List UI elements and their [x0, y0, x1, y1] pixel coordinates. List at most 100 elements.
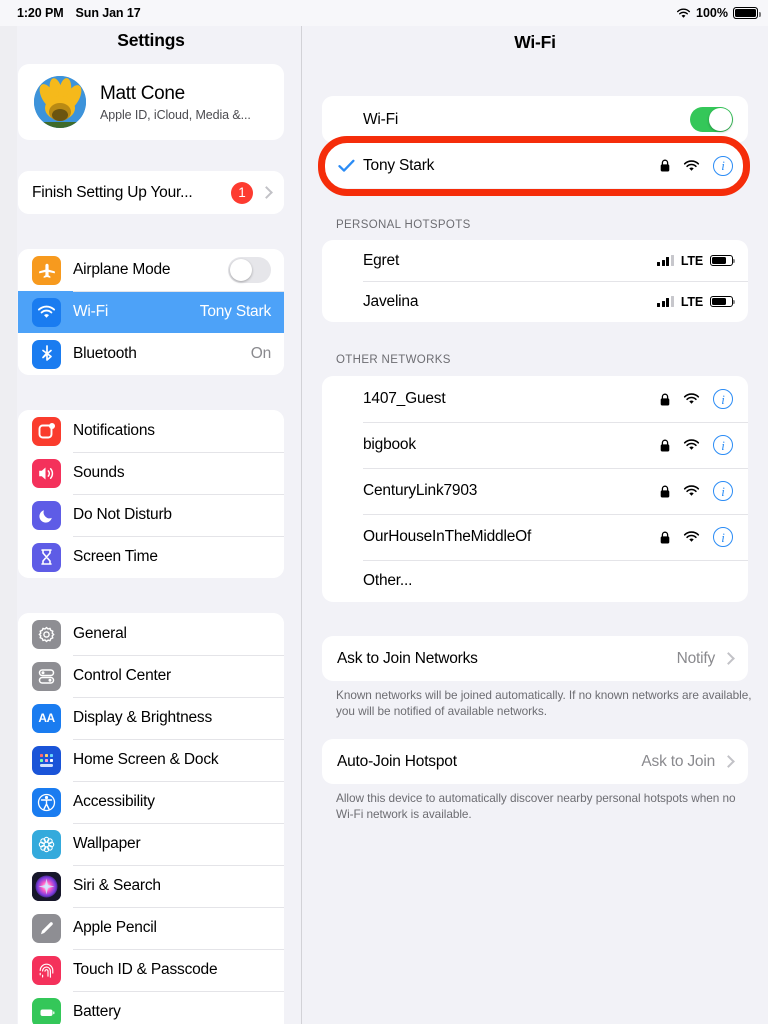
sidebar-item-airplane-mode[interactable]: Airplane Mode	[18, 249, 284, 291]
avatar	[34, 76, 86, 128]
sidebar-label-wallpaper: Wallpaper	[73, 835, 141, 852]
fingerprint-icon	[32, 955, 61, 985]
chevron-right-icon	[722, 755, 735, 768]
hotspot-row[interactable]: Egret LTE	[322, 240, 748, 281]
airplane-mode-toggle[interactable]	[228, 257, 271, 283]
sidebar-item-accessibility[interactable]: Accessibility	[18, 781, 284, 823]
network-name: CenturyLink7903	[363, 482, 478, 499]
sidebar-item-sounds[interactable]: Sounds	[18, 452, 284, 494]
sidebar-item-siri-search[interactable]: Siri & Search	[18, 865, 284, 907]
status-time: 1:20 PM	[17, 6, 64, 20]
sidebar-item-apple-id[interactable]: Matt Cone Apple ID, iCloud, Media &...	[18, 64, 284, 140]
info-icon[interactable]: i	[713, 527, 733, 547]
ask-to-join-footer: Known networks will be joined automatica…	[336, 688, 752, 719]
sidebar-item-touch-id-passcode[interactable]: Touch ID & Passcode	[18, 949, 284, 991]
wifi-signal-icon	[683, 531, 700, 542]
connectivity-card[interactable]: Airplane Mode Wi-Fi Tony Stark Bluetooth…	[18, 249, 284, 375]
network-indicators: i	[660, 155, 733, 176]
section-header-personal-hotspots: PERSONAL HOTSPOTS	[336, 219, 471, 231]
system-card[interactable]: General Control Center AA Display & Brig…	[18, 613, 284, 1024]
sidebar-value-bluetooth: On	[250, 345, 271, 362]
chevron-right-icon	[260, 186, 273, 199]
account-card[interactable]: Matt Cone Apple ID, iCloud, Media &...	[18, 64, 284, 140]
info-icon[interactable]: i	[713, 155, 733, 176]
alerts-card[interactable]: Notifications Sounds Do Not Disturb Scre…	[18, 410, 284, 578]
sidebar-item-wifi[interactable]: Wi-Fi Tony Stark	[18, 291, 284, 333]
sidebar-item-notifications[interactable]: Notifications	[18, 410, 284, 452]
wifi-toggle-row[interactable]: Wi-Fi	[322, 96, 748, 143]
sidebar-item-do-not-disturb[interactable]: Do Not Disturb	[18, 494, 284, 536]
auto-join-hotspot-footer: Allow this device to automatically disco…	[336, 791, 736, 822]
battery-percent-label: 100%	[696, 6, 728, 20]
personal-hotspots-card: Egret LTE Javelina LTE	[322, 240, 748, 322]
wifi-icon	[32, 297, 61, 327]
account-text: Matt Cone Apple ID, iCloud, Media &...	[100, 83, 251, 122]
info-icon[interactable]: i	[713, 481, 733, 501]
wifi-signal-icon	[683, 393, 700, 404]
sidebar-label-home-screen-dock: Home Screen & Dock	[73, 751, 219, 768]
settings-sidebar: Settings Matt Cone Apple ID, iCloud, Med…	[0, 0, 302, 1024]
network-name: Other...	[363, 572, 413, 589]
sidebar-label-control-center: Control Center	[73, 667, 171, 684]
siri-icon	[32, 871, 61, 901]
network-row[interactable]: bigbook i	[322, 422, 748, 468]
gear-icon	[32, 619, 61, 649]
sidebar-item-finish-setting-up[interactable]: Finish Setting Up Your... 1	[18, 171, 284, 214]
sidebar-item-general[interactable]: General	[18, 613, 284, 655]
sidebar-item-display-brightness[interactable]: AA Display & Brightness	[18, 697, 284, 739]
sidebar-label-bluetooth: Bluetooth	[73, 345, 137, 362]
hotspot-name: Egret	[363, 251, 400, 269]
sidebar-label-touch-id-passcode: Touch ID & Passcode	[73, 961, 218, 978]
info-icon[interactable]: i	[713, 389, 733, 409]
hotspot-indicators: LTE	[657, 254, 735, 268]
network-row-connected[interactable]: Tony Stark i	[322, 143, 748, 188]
network-indicators: i	[660, 435, 733, 455]
sidebar-label-apple-pencil: Apple Pencil	[73, 919, 157, 936]
status-badge: 1	[231, 181, 253, 204]
network-row[interactable]: 1407_Guest i	[322, 376, 748, 422]
hotspot-name: Javelina	[363, 292, 419, 310]
hotspot-battery-icon	[710, 295, 735, 308]
setup-card[interactable]: Finish Setting Up Your... 1	[18, 171, 284, 214]
signal-bars-icon	[657, 296, 674, 307]
network-indicators: i	[660, 481, 733, 501]
ask-to-join-card: Ask to Join Networks Notify	[322, 636, 748, 681]
network-row-other[interactable]: Other...	[322, 560, 748, 602]
network-name: bigbook	[363, 436, 416, 453]
sidebar-item-battery[interactable]: Battery	[18, 991, 284, 1024]
sidebar-item-bluetooth[interactable]: Bluetooth On	[18, 333, 284, 375]
auto-join-hotspot-value: Ask to Join	[641, 752, 715, 770]
carrier-label: LTE	[680, 294, 703, 309]
network-row[interactable]: CenturyLink7903 i	[322, 468, 748, 514]
sidebar-scroll[interactable]: Matt Cone Apple ID, iCloud, Media &... F…	[0, 64, 301, 1024]
sidebar-label-airplane-mode: Airplane Mode	[73, 261, 171, 278]
network-row[interactable]: OurHouseInTheMiddleOf i	[322, 514, 748, 560]
sidebar-item-wallpaper[interactable]: Wallpaper	[18, 823, 284, 865]
sidebar-item-screen-time[interactable]: Screen Time	[18, 536, 284, 578]
sidebar-item-apple-pencil[interactable]: Apple Pencil	[18, 907, 284, 949]
status-date: Sun Jan 17	[75, 6, 141, 20]
auto-join-hotspot-card: Auto-Join Hotspot Ask to Join	[322, 739, 748, 784]
hotspot-battery-icon	[710, 254, 735, 267]
other-networks-card: 1407_Guest i bigbook i CenturyLink7903 i…	[322, 376, 748, 602]
ask-to-join-value: Notify	[676, 649, 716, 667]
status-bar: 1:20 PM Sun Jan 17 100%	[0, 0, 768, 26]
hotspot-indicators: LTE	[657, 294, 735, 309]
auto-join-hotspot-row[interactable]: Auto-Join Hotspot Ask to Join	[322, 739, 748, 784]
sidebar-item-home-screen-dock[interactable]: Home Screen & Dock	[18, 739, 284, 781]
info-icon[interactable]: i	[713, 435, 733, 455]
battery-icon	[32, 997, 61, 1024]
wallpaper-icon	[32, 829, 61, 859]
wifi-toggle[interactable]	[690, 106, 733, 133]
sidebar-label-display-brightness: Display & Brightness	[73, 709, 213, 726]
network-indicators: i	[660, 389, 733, 409]
sidebar-label-sounds: Sounds	[73, 464, 125, 481]
bluetooth-icon	[32, 339, 61, 369]
sidebar-item-control-center[interactable]: Control Center	[18, 655, 284, 697]
pencil-icon	[32, 913, 61, 943]
lock-icon	[660, 439, 670, 451]
ask-to-join-row[interactable]: Ask to Join Networks Notify	[322, 636, 748, 681]
wifi-detail-pane: Wi-Fi Wi-Fi Tony Stark i PERSONAL HOTSPO…	[302, 0, 768, 1024]
hotspot-row[interactable]: Javelina LTE	[322, 281, 748, 322]
hourglass-icon	[32, 542, 61, 572]
